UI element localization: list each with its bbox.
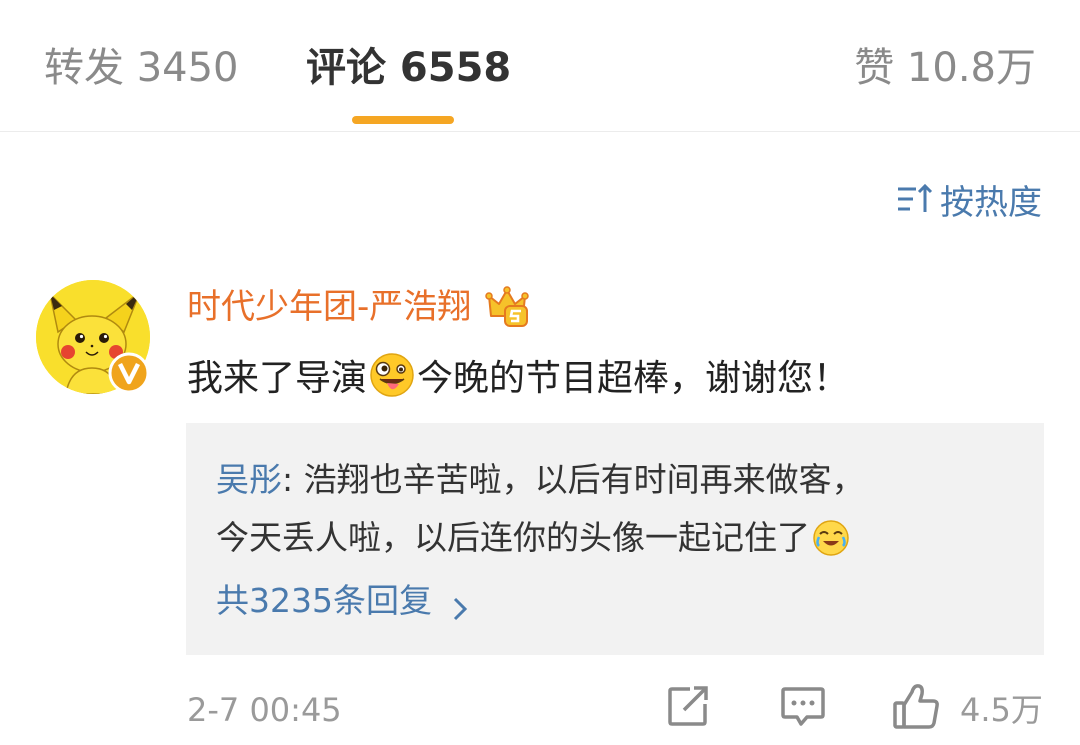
tab-reposts[interactable]: 转发 3450 — [44, 40, 239, 96]
reply-text-line1: 浩翔也辛苦啦，以后有时间再来做客， — [303, 460, 865, 499]
comment-icon — [780, 684, 826, 732]
reply-body: 吴彤: 浩翔也辛苦啦，以后有时间再来做客， 今天丢人啦，以后连你的头像一起记住了 — [216, 451, 1026, 567]
share-icon — [666, 684, 710, 732]
tab-bar: 转发 3450 评论 6558 赞 10.8万 — [0, 0, 1080, 132]
tab-likes[interactable]: 赞 10.8万 — [854, 40, 1036, 96]
comment-timestamp: 2-7 00:45 — [187, 691, 342, 729]
username-text: 时代少年团-严浩翔 — [187, 287, 472, 327]
reply-text-line2: 今天丢人啦，以后连你的头像一起记住了 — [216, 518, 810, 557]
crazy-face-emoji-icon — [369, 352, 415, 398]
comment-text-part1: 我来了导演 — [187, 358, 368, 399]
sort-label: 按热度 — [940, 182, 1042, 223]
reply-separator: : — [282, 460, 304, 499]
active-tab-indicator — [352, 116, 454, 124]
repost-button[interactable] — [666, 684, 712, 732]
comment-text: 我来了导演 今晚的节目超棒，谢谢您！ — [187, 352, 1047, 404]
reply-line-1: 吴彤: 浩翔也辛苦啦，以后有时间再来做客， — [216, 451, 1026, 509]
reply-button[interactable] — [780, 684, 826, 732]
reply-line-2: 今天丢人啦，以后连你的头像一起记住了 — [216, 509, 1026, 567]
thumbs-up-icon — [892, 682, 940, 734]
view-all-replies-label: 共3235条回复 — [216, 581, 432, 620]
sort-icon — [896, 182, 934, 216]
crown-icon — [485, 286, 530, 328]
like-button[interactable]: 4.5万 — [892, 684, 1043, 732]
verified-badge-icon — [108, 352, 150, 394]
laughing-tears-emoji-icon — [812, 517, 850, 556]
reply-preview-box[interactable]: 吴彤: 浩翔也辛苦啦，以后有时间再来做客， 今天丢人啦，以后连你的头像一起记住了… — [186, 423, 1044, 655]
view-all-replies-link[interactable]: 共3235条回复 — [216, 578, 470, 624]
chevron-right-icon — [450, 588, 470, 621]
tab-comments[interactable]: 评论 6558 — [306, 40, 511, 96]
sort-button[interactable]: 按热度 — [896, 176, 1042, 223]
reply-author[interactable]: 吴彤 — [216, 460, 282, 499]
like-count: 4.5万 — [960, 691, 1043, 729]
comment-username[interactable]: 时代少年团-严浩翔 — [187, 284, 530, 330]
comment-text-part2: 今晚的节目超棒，谢谢您！ — [417, 358, 850, 399]
